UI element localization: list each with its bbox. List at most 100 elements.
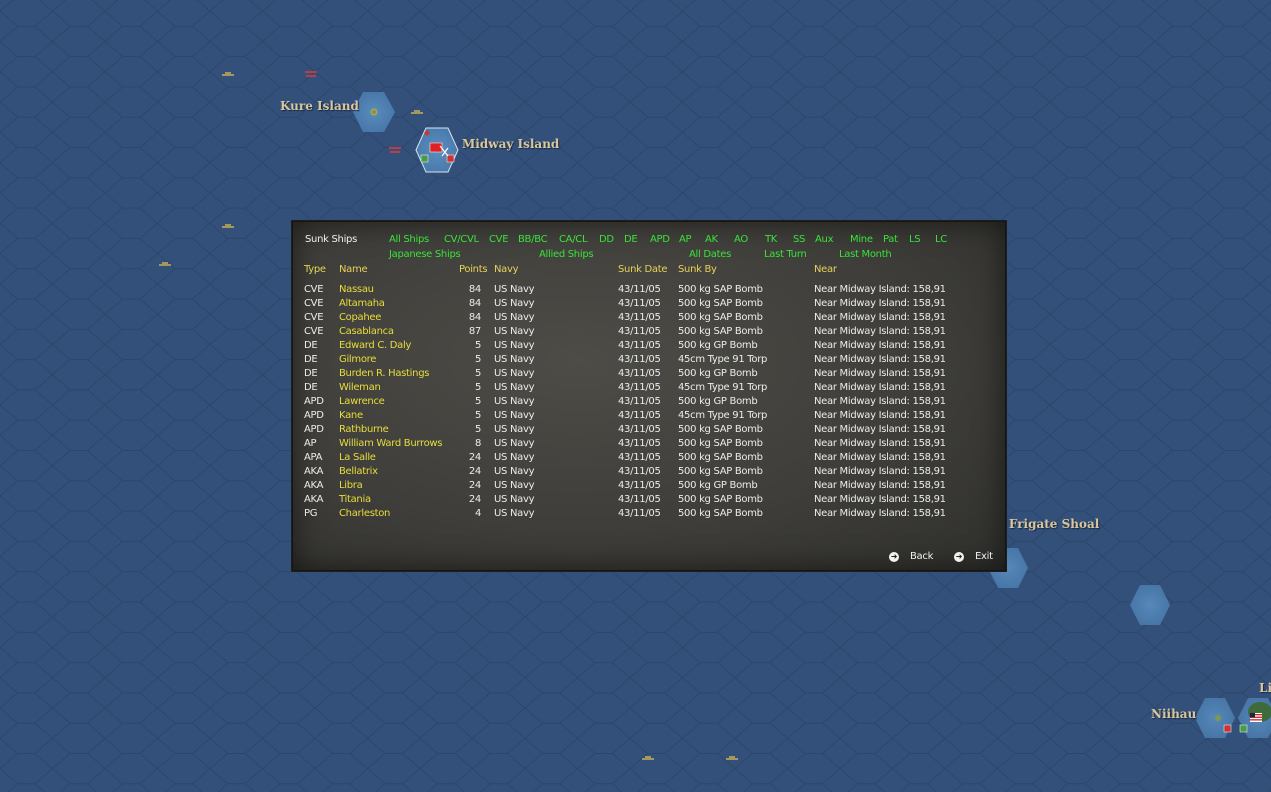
table-row[interactable]: CVE Copahee 84 US Navy 43/11/05 500 kg SAP Bo… bbox=[293, 312, 993, 326]
table-row[interactable]: PG Charleston 4 US Navy 43/11/05 500 kg SAP B… bbox=[293, 508, 993, 522]
column-header-near[interactable]: Near bbox=[814, 264, 837, 275]
back-button[interactable]: ➜ Back bbox=[889, 551, 933, 562]
filter-ak[interactable]: AK bbox=[705, 234, 718, 245]
cell-type: DE bbox=[304, 382, 318, 393]
cell-type: DE bbox=[304, 354, 318, 365]
cell-date: 43/11/05 bbox=[618, 368, 661, 379]
cell-type: PG bbox=[304, 508, 318, 519]
map-label-midway[interactable]: Midway Island bbox=[462, 137, 559, 151]
cell-points: 5 bbox=[474, 424, 481, 435]
cell-near: Near Midway Island: 158,91 bbox=[814, 396, 946, 407]
map-label-frigate-shoal[interactable]: n Frigate Shoal bbox=[996, 517, 1099, 531]
table-row[interactable]: AKA Libra 24 US Navy 43/11/05 500 kg GP Bomb N… bbox=[293, 480, 993, 494]
cell-near: Near Midway Island: 158,91 bbox=[814, 438, 946, 449]
filter-last-month[interactable]: Last Month bbox=[839, 249, 892, 260]
column-header-navy[interactable]: Navy bbox=[494, 264, 519, 275]
filter-ls[interactable]: LS bbox=[909, 234, 921, 245]
filter-bb-bc[interactable]: BB/BC bbox=[518, 234, 548, 245]
cell-name: William Ward Burrows bbox=[339, 438, 443, 449]
column-header-points[interactable]: Points bbox=[459, 264, 488, 275]
table-row[interactable]: AKA Titania 24 US Navy 43/11/05 500 kg SAP Bo… bbox=[293, 494, 993, 508]
filter-japanese-ships[interactable]: Japanese Ships bbox=[389, 249, 461, 260]
map-label-kure[interactable]: Kure Island bbox=[280, 99, 359, 113]
cell-type: APD bbox=[304, 410, 324, 421]
cell-by: 45cm Type 91 Torp bbox=[678, 354, 768, 365]
table-row[interactable]: DE Edward C. Daly 5 US Navy 43/11/05 500 kg G… bbox=[293, 340, 993, 354]
cell-name: Libra bbox=[339, 480, 363, 491]
cell-points: 84 bbox=[468, 298, 481, 309]
filter-ap[interactable]: AP bbox=[679, 234, 692, 245]
cell-near: Near Midway Island: 158,91 bbox=[814, 354, 946, 365]
exit-button[interactable]: ➜ Exit bbox=[954, 551, 993, 562]
table-row[interactable]: CVE Nassau 84 US Navy 43/11/05 500 kg SAP Bom… bbox=[293, 284, 993, 298]
cell-type: DE bbox=[304, 340, 318, 351]
filter-tk[interactable]: TK bbox=[765, 234, 777, 245]
table-row[interactable]: DE Burden R. Hastings 5 US Navy 43/11/05 500 … bbox=[293, 368, 993, 382]
cell-navy: US Navy bbox=[494, 452, 535, 463]
map-label-li[interactable]: Li bbox=[1259, 681, 1271, 695]
filter-ao[interactable]: AO bbox=[734, 234, 748, 245]
table-row[interactable]: DE Wileman 5 US Navy 43/11/05 45cm Type 91 To… bbox=[293, 382, 993, 396]
cell-points: 87 bbox=[468, 326, 481, 337]
cell-date: 43/11/05 bbox=[618, 508, 661, 519]
filter-cve[interactable]: CVE bbox=[489, 234, 509, 245]
filter-aux[interactable]: Aux bbox=[815, 234, 834, 245]
map-label-niihau[interactable]: Niihau bbox=[1151, 707, 1196, 721]
cell-by: 500 kg SAP Bomb bbox=[678, 312, 763, 323]
table-row[interactable]: AP William Ward Burrows 8 US Navy 43/11/05 50… bbox=[293, 438, 993, 452]
back-label: Back bbox=[910, 551, 934, 562]
table-row[interactable]: APD Rathburne 5 US Navy 43/11/05 500 kg SAP B… bbox=[293, 424, 993, 438]
cell-near: Near Midway Island: 158,91 bbox=[814, 508, 946, 519]
cell-navy: US Navy bbox=[494, 466, 535, 477]
filter-pat[interactable]: Pat bbox=[883, 234, 898, 245]
cell-name: Kane bbox=[339, 410, 363, 421]
filter-ca-cl[interactable]: CA/CL bbox=[559, 234, 588, 245]
filter-mine[interactable]: Mine bbox=[850, 234, 873, 245]
column-header-sunk-by[interactable]: Sunk By bbox=[678, 264, 717, 275]
cell-navy: US Navy bbox=[494, 494, 535, 505]
cell-points: 8 bbox=[474, 438, 481, 449]
cell-points: 5 bbox=[474, 368, 481, 379]
table-row[interactable]: CVE Altamaha 84 US Navy 43/11/05 500 kg SAP B… bbox=[293, 298, 993, 312]
filter-lc[interactable]: LC bbox=[935, 234, 947, 245]
filter-dd[interactable]: DD bbox=[599, 234, 614, 245]
cell-name: Bellatrix bbox=[339, 466, 378, 477]
cell-navy: US Navy bbox=[494, 354, 535, 365]
cell-near: Near Midway Island: 158,91 bbox=[814, 480, 946, 491]
column-header-name[interactable]: Name bbox=[339, 264, 368, 275]
cell-date: 43/11/05 bbox=[618, 452, 661, 463]
cell-date: 43/11/05 bbox=[618, 396, 661, 407]
cell-navy: US Navy bbox=[494, 438, 535, 449]
table-row[interactable]: AKA Bellatrix 24 US Navy 43/11/05 500 kg SAP … bbox=[293, 466, 993, 480]
table-row[interactable]: CVE Casablanca 87 US Navy 43/11/05 500 kg SAP… bbox=[293, 326, 993, 340]
filter-apd[interactable]: APD bbox=[650, 234, 670, 245]
cell-name: Gilmore bbox=[339, 354, 377, 365]
table-row[interactable]: APD Kane 5 US Navy 43/11/05 45cm Type 91 Torp… bbox=[293, 410, 993, 424]
kure-atoll-icon bbox=[370, 108, 378, 116]
cell-navy: US Navy bbox=[494, 382, 535, 393]
cell-type: CVE bbox=[304, 312, 324, 323]
column-header-sunk-date[interactable]: Sunk Date bbox=[618, 264, 668, 275]
filter-last-turn[interactable]: Last Turn bbox=[764, 249, 807, 260]
cell-by: 500 kg SAP Bomb bbox=[678, 438, 763, 449]
filter-de[interactable]: DE bbox=[624, 234, 638, 245]
cell-near: Near Midway Island: 158,91 bbox=[814, 284, 946, 295]
filter-cv-cvl[interactable]: CV/CVL bbox=[444, 234, 479, 245]
table-row[interactable]: DE Gilmore 5 US Navy 43/11/05 45cm Type 91 To… bbox=[293, 354, 993, 368]
cell-date: 43/11/05 bbox=[618, 354, 661, 365]
cell-near: Near Midway Island: 158,91 bbox=[814, 340, 946, 351]
cell-near: Near Midway Island: 158,91 bbox=[814, 298, 946, 309]
table-row[interactable]: APA La Salle 24 US Navy 43/11/05 500 kg SAP B… bbox=[293, 452, 993, 466]
column-header-type[interactable]: Type bbox=[304, 264, 326, 275]
table-row[interactable]: APD Lawrence 5 US Navy 43/11/05 500 kg GP Bom… bbox=[293, 396, 993, 410]
filter-allied-ships[interactable]: Allied Ships bbox=[539, 249, 594, 260]
cell-name: Charleston bbox=[339, 508, 391, 519]
cell-name: Rathburne bbox=[339, 424, 389, 435]
cell-by: 500 kg SAP Bomb bbox=[678, 494, 763, 505]
cell-date: 43/11/05 bbox=[618, 410, 661, 421]
cell-navy: US Navy bbox=[494, 284, 535, 295]
filter-ss[interactable]: SS bbox=[793, 234, 805, 245]
cell-date: 43/11/05 bbox=[618, 382, 661, 393]
filter-all-dates[interactable]: All Dates bbox=[689, 249, 731, 260]
filter-all-ships[interactable]: All Ships bbox=[389, 234, 429, 245]
